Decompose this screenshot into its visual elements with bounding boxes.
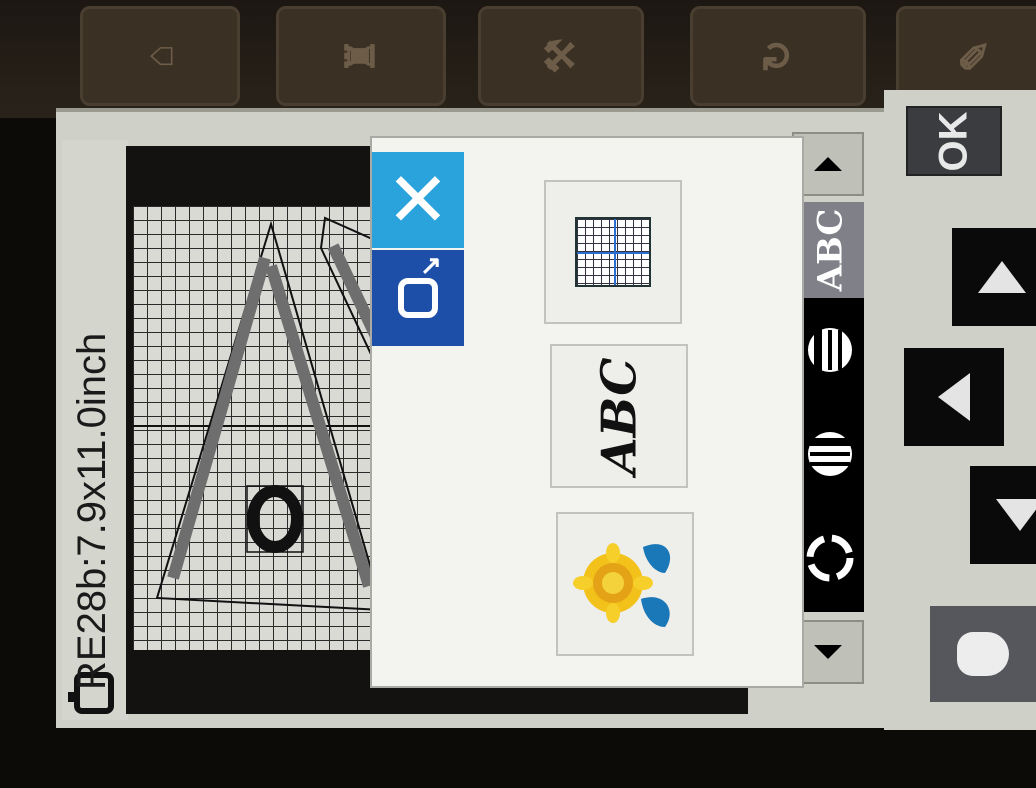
mirror-vertical-tool[interactable] bbox=[796, 302, 864, 398]
arrow-left-icon bbox=[938, 373, 970, 421]
hand-icon bbox=[957, 632, 1009, 676]
hand-move-button[interactable] bbox=[930, 606, 1036, 702]
hardware-button-4[interactable]: ↻ bbox=[690, 6, 866, 106]
scroll-up-button[interactable] bbox=[792, 132, 864, 196]
hardware-button-2[interactable]: ♜ bbox=[276, 6, 446, 106]
arrow-down-icon bbox=[996, 499, 1036, 531]
close-button[interactable]: ✕ bbox=[372, 152, 464, 248]
abc-arc-icon: ABC bbox=[810, 208, 850, 292]
ok-button[interactable]: OK bbox=[906, 106, 1002, 176]
hardware-home-button[interactable]: ⌂ bbox=[80, 6, 240, 106]
grid-option[interactable] bbox=[544, 180, 682, 324]
triangle-down-icon bbox=[814, 645, 842, 659]
rotate-tool[interactable] bbox=[796, 510, 864, 606]
mirror-horizontal-icon bbox=[804, 432, 856, 476]
text-edit-tool[interactable]: ABC bbox=[796, 202, 864, 298]
grid-icon bbox=[575, 217, 651, 287]
letter-o bbox=[247, 485, 303, 553]
hoop-move-icon bbox=[398, 250, 442, 318]
hardware-button-strip: ⌂ ♜ ⚒ ↻ ✎ bbox=[0, 0, 1036, 118]
mirror-vertical-icon bbox=[808, 324, 852, 376]
flower-icon bbox=[573, 543, 671, 627]
home-icon: ⌂ bbox=[137, 43, 182, 69]
hardware-button-3[interactable]: ⚒ bbox=[478, 6, 644, 106]
triangle-up-icon bbox=[814, 157, 842, 171]
needle-icon: ⚒ bbox=[539, 38, 583, 74]
mirror-horizontal-tool[interactable] bbox=[796, 406, 864, 502]
tool-strip: ABC bbox=[796, 202, 864, 612]
arrow-up-icon bbox=[978, 261, 1026, 293]
ok-label: OK bbox=[931, 111, 976, 171]
pattern-option[interactable] bbox=[556, 512, 694, 656]
abc-label: ABC bbox=[591, 357, 647, 475]
move-left-button[interactable] bbox=[904, 348, 1004, 446]
close-icon: ✕ bbox=[386, 155, 450, 244]
move-down-button[interactable] bbox=[970, 466, 1036, 564]
hoop-move-button[interactable] bbox=[372, 250, 464, 346]
move-up-button[interactable] bbox=[952, 228, 1036, 326]
tshirt-icon: ♜ bbox=[339, 38, 383, 74]
rotate-icon bbox=[806, 534, 854, 582]
text-option[interactable]: ABC bbox=[550, 344, 688, 488]
hoop-size-title: RE28b:7.9x11.0inch bbox=[70, 332, 114, 690]
settings-icon: ✎ bbox=[954, 39, 998, 73]
scroll-down-button[interactable] bbox=[792, 620, 864, 684]
thread-icon: ↻ bbox=[756, 39, 800, 73]
